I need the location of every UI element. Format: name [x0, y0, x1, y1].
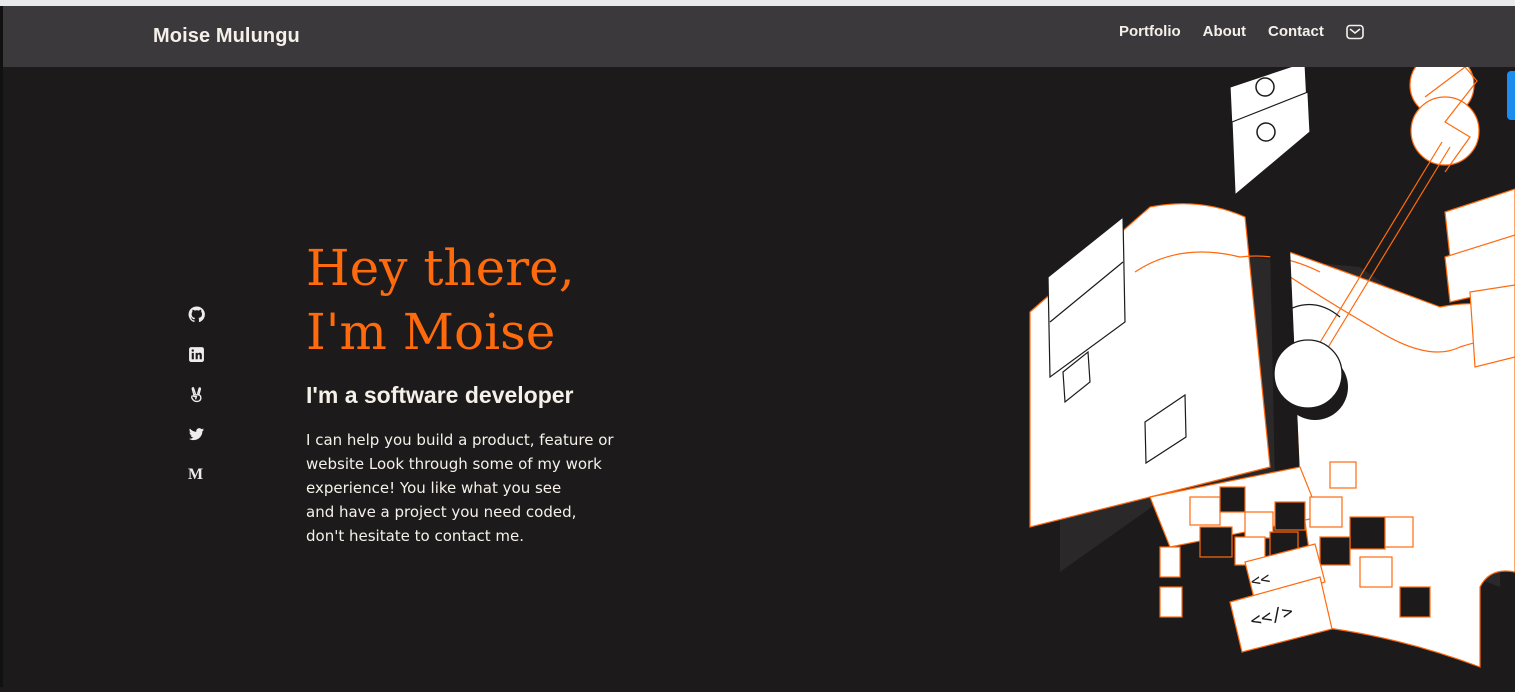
illustration-code-label-1: <<: [1249, 568, 1272, 591]
hero-description-line: website Look through some of my work: [306, 455, 602, 473]
side-widget-tab[interactable]: [1507, 71, 1515, 120]
nav-link-about[interactable]: About: [1203, 23, 1246, 40]
twitter-icon[interactable]: [188, 426, 205, 443]
medium-icon[interactable]: M: [188, 466, 205, 483]
hero-description-line: I can help you build a product, feature …: [306, 431, 614, 449]
hero-illustration: << <</>: [1020, 52, 1515, 687]
brand-logo[interactable]: Moise Mulungu: [153, 25, 300, 48]
hero-title: Hey there, I'm Moise: [306, 236, 575, 364]
linkedin-icon[interactable]: [188, 346, 205, 363]
hero-description-line: don't hesitate to contact me.: [306, 527, 524, 545]
github-icon[interactable]: [188, 306, 205, 323]
navbar: Moise Mulungu Portfolio About Contact: [3, 6, 1515, 67]
nav-link-portfolio[interactable]: Portfolio: [1119, 23, 1181, 40]
hero-subtitle: I'm a software developer: [306, 382, 574, 408]
hero-description-line: experience! You like what you see: [306, 479, 562, 497]
envelope-icon[interactable]: [1346, 24, 1364, 40]
hero-title-line-2: I'm Moise: [306, 303, 556, 361]
nav-links: Portfolio About Contact: [1119, 23, 1364, 40]
hero-description-line: and have a project you need coded,: [306, 503, 577, 521]
hero-description: I can help you build a product, feature …: [306, 428, 646, 548]
social-links: M: [188, 306, 208, 506]
nav-link-contact[interactable]: Contact: [1268, 23, 1324, 40]
angellist-icon[interactable]: [188, 386, 205, 403]
hero-title-line-1: Hey there,: [306, 239, 575, 297]
window-left-edge: [0, 6, 3, 687]
